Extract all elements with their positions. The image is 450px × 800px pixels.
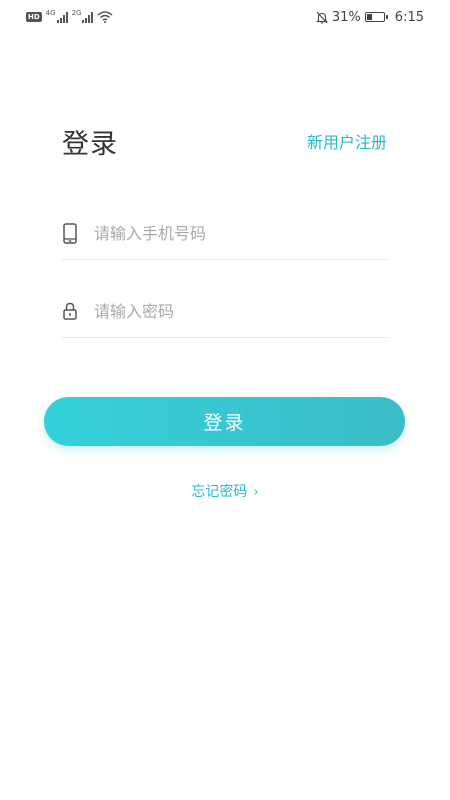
battery-percent: 31% xyxy=(331,9,361,25)
network-type-1: 4G xyxy=(45,9,56,17)
register-link[interactable]: 新用户注册 xyxy=(307,129,387,153)
password-field xyxy=(62,285,388,338)
hd-badge: HD xyxy=(26,12,42,22)
signal-icon-2 xyxy=(82,11,94,23)
status-left: HD 4G 2G xyxy=(26,9,113,23)
status-bar: HD 4G 2G 31% 6:15 xyxy=(0,0,450,34)
login-button[interactable]: 登录 xyxy=(44,397,405,446)
clock: 6:15 xyxy=(394,9,424,25)
chevron-right-icon: › xyxy=(253,485,259,500)
lock-icon xyxy=(62,300,78,322)
status-right: 31% 6:15 xyxy=(316,10,424,25)
bell-off-icon xyxy=(316,11,328,24)
forgot-password-link[interactable]: 忘记密码 › xyxy=(0,481,450,501)
phone-field xyxy=(62,207,388,260)
signal-icon xyxy=(56,11,68,23)
battery-fill xyxy=(366,14,372,20)
page-title: 登录 xyxy=(62,129,118,160)
phone-icon xyxy=(62,222,78,244)
network-type-2: 2G xyxy=(71,9,82,17)
password-input[interactable] xyxy=(94,301,374,321)
battery-icon xyxy=(364,12,388,22)
wifi-icon xyxy=(97,11,113,23)
phone-input[interactable] xyxy=(94,223,374,243)
forgot-password-label: 忘记密码 xyxy=(191,484,248,500)
